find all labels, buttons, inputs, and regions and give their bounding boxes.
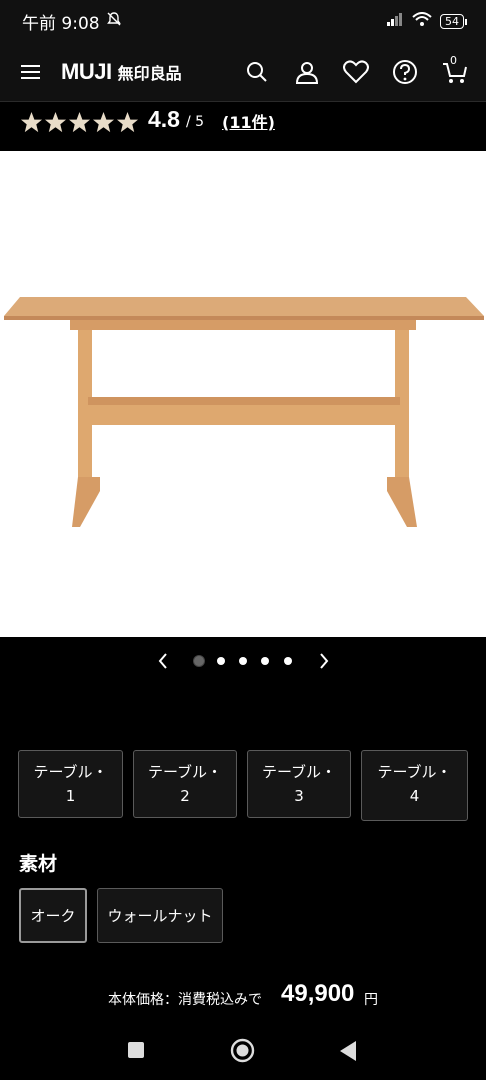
variant-label-line1: テーブル・ [33,763,108,781]
cart-count: 0 [450,54,457,67]
carousel-dot[interactable] [261,657,269,665]
home-icon[interactable] [230,1038,255,1063]
menu-icon[interactable] [21,64,40,80]
star-icon [116,111,139,133]
chevron-right-icon[interactable] [317,652,331,670]
wifi-icon [412,11,432,31]
logo-text-jp: 無印良品 [117,64,182,83]
carousel-dot[interactable] [194,656,204,666]
variant-button-1[interactable]: テーブル・ 1 [18,750,123,818]
back-icon[interactable] [338,1040,358,1062]
star-icon [44,111,67,133]
price-row: 本体価格：消費税込みで 49,900 円 [0,980,486,1012]
variant-button-4[interactable]: テーブル・ 4 [361,750,468,821]
status-time: 午前 9:08 [22,13,100,34]
rating-bar: 4.8 / 5 (11件) [0,102,486,150]
favorite-icon[interactable] [342,58,370,86]
material-option-walnut[interactable]: ウォールナット [97,888,223,943]
variant-button-2[interactable]: テーブル・ 2 [133,750,237,818]
status-bar: 午前 9:08 54 [0,0,486,42]
chevron-left-icon[interactable] [156,652,170,670]
price-unit: 円 [364,992,378,1008]
variant-label-line2: 2 [180,787,190,805]
rating-value: 4.8 [148,106,180,132]
variant-label-line2: 1 [65,787,76,805]
carousel-nav [0,648,486,676]
carousel-dot[interactable] [239,657,247,665]
cart-icon[interactable]: 0 [441,54,469,86]
material-section-title: 素材 [19,853,58,875]
star-icon [68,111,91,133]
product-image[interactable] [0,151,486,637]
variant-label-line1: テーブル・ [147,763,223,781]
variant-label-line1: テーブル・ [377,763,452,781]
help-icon[interactable] [391,58,419,86]
star-icon [92,111,115,133]
muji-logo[interactable]: MUJI 無印良品 [61,59,182,85]
carousel-dot[interactable] [217,657,225,665]
star-icon [20,111,43,133]
recent-apps-icon[interactable] [127,1041,145,1059]
table-illustration [4,297,484,527]
rating-stars [20,111,139,134]
account-icon[interactable] [293,58,321,86]
price-label: 本体価格：消費税込みで [108,992,262,1008]
variant-label-line1: テーブル・ [261,763,337,781]
carousel-dot[interactable] [284,657,292,665]
price-value: 49,900 [281,980,355,1007]
review-count-link[interactable]: (11件) [222,109,275,133]
logo-text-en: MUJI [61,59,112,84]
search-icon[interactable] [243,58,271,86]
material-option-label: ウォールナット [107,907,213,925]
system-nav-bar [0,1020,486,1080]
material-option-oak[interactable]: オーク [19,888,87,943]
variant-label-line2: 4 [409,787,420,805]
rating-max: / 5 [186,114,205,130]
variant-label-line2: 3 [294,787,304,805]
material-option-label: オーク [30,907,76,925]
variant-button-3[interactable]: テーブル・ 3 [247,750,351,818]
mute-icon [106,11,122,32]
battery-icon: 54 [440,13,467,29]
app-header: MUJI 無印良品 0 [0,42,486,102]
signal-icon [386,11,404,31]
